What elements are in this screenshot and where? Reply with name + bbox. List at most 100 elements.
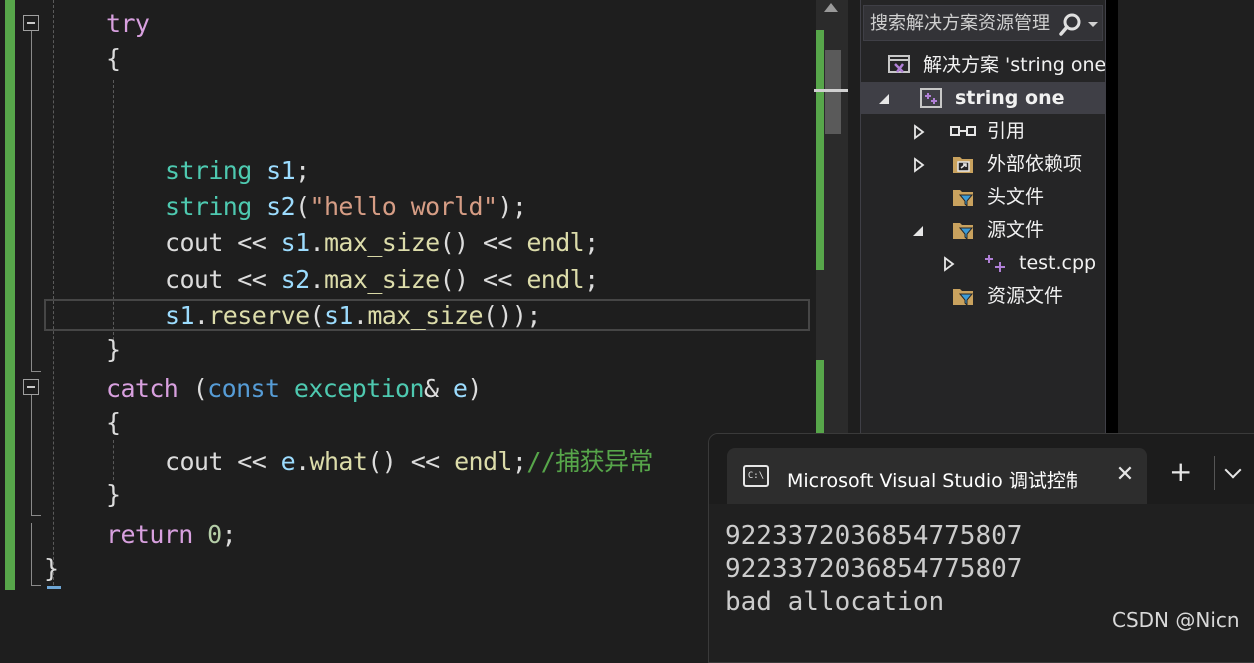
identifier-cout: cout [165,265,223,294]
tree-item-resource-files[interactable]: 资源文件 [861,280,1105,312]
scroll-up-arrow-icon[interactable] [824,3,838,12]
collapse-try-icon[interactable] [23,15,39,31]
paren: ( [178,374,208,403]
output-line: 9223372036854775807 [725,521,1023,551]
identifier-cout: cout [165,228,223,257]
terminal-tab[interactable]: C:\ Microsoft Visual Studio 调试控制台 ✕ [727,448,1147,504]
tree-item-label: 源文件 [987,219,1045,241]
solution-search-input[interactable] [870,10,1050,36]
code-editor[interactable]: try { string s1; string s2("hello world"… [0,0,816,644]
tree-item-solution[interactable]: 解决方案 'string one' (1 个项目/共 1 个) [861,49,1105,81]
terminal-output[interactable]: 9223372036854775807 9223372036854775807 ba… [725,520,1022,619]
function-endl: endl [526,265,585,294]
function-endl: endl [526,228,585,257]
solution-search-box[interactable] [863,5,1103,41]
search-options-chevron-down-icon[interactable] [1088,22,1098,27]
tree-item-label: 头文件 [987,186,1045,208]
variable-s1: s1 [323,301,354,330]
semicolon: ; [295,156,310,185]
code-line-return[interactable]: return 0; [106,518,237,552]
code-line-try[interactable]: try [106,7,150,41]
fold-line [31,31,32,371]
function-max-size: max_size [367,301,483,330]
expanded-triangle-icon[interactable] [877,92,891,106]
brace: { [106,44,121,73]
tree-item-header-files[interactable]: 头文件 [861,181,1105,213]
scrollbar-change-marker [816,360,824,440]
paren-semicolon: ()); [482,301,541,330]
keyword-catch: catch [106,374,179,403]
new-tab-button[interactable]: + [1169,458,1192,486]
code-comment: //捕获异常 [526,447,653,476]
function-max-size: max_size [323,265,440,294]
variable-e: e [452,374,468,403]
scrollbar-caret-marker [814,89,848,92]
ampersand: & [423,374,453,403]
code-line-function-close[interactable]: } [44,552,59,586]
function-reserve: reserve [208,301,310,330]
brace: } [106,335,121,364]
tree-item-source-files[interactable]: 源文件 [861,214,1105,246]
semicolon: ; [221,520,237,549]
dot: . [352,301,368,330]
type-string: string [165,156,252,185]
filter-folder-icon [953,190,974,208]
tree-item-project[interactable]: string one [861,82,1105,114]
fold-line-end [31,515,41,516]
operator: << [222,447,281,476]
variable-s1: s1 [165,301,195,330]
project-label: string one [955,87,1065,109]
collapsed-triangle-icon[interactable] [913,124,925,140]
paren: ( [295,192,310,221]
search-icon[interactable] [1058,12,1084,36]
change-tracking-bar [5,0,15,590]
code-line-brace-open[interactable]: { [106,42,121,76]
code-line-reserve[interactable]: s1.reserve(s1.max_size()); [165,299,541,333]
scrollbar-thumb[interactable] [825,50,841,134]
type-string: string [165,192,252,221]
function-endl: endl [454,447,512,476]
expanded-triangle-icon[interactable] [911,224,925,238]
operator: << [396,447,455,476]
code-line-cout-s1[interactable]: cout << s1.max_size() << endl; [165,226,599,260]
output-line: bad allocation [725,587,945,617]
code-line-cout-s2[interactable]: cout << s2.max_size() << endl; [165,263,599,297]
type-exception: exception [293,374,425,403]
terminal-tab-title: Microsoft Visual Studio 调试控制台 [787,470,1077,492]
code-line-cout-what[interactable]: cout << e.what() << endl;//捕获异常 [165,445,653,479]
text-caret [47,586,61,589]
solution-icon [888,55,910,73]
tree-item-test-cpp[interactable]: test.cpp [861,247,1105,279]
code-line-catch[interactable]: catch (const exception& e) [106,372,482,406]
code-line-string-s2[interactable]: string s2("hello world"); [165,190,527,224]
tree-item-label: 资源文件 [987,285,1064,307]
tree-item-label: test.cpp [1019,252,1097,274]
brace: } [44,554,59,583]
terminal-tab-bar: C:\ Microsoft Visual Studio 调试控制台 ✕ + [709,434,1254,504]
fold-line [31,395,32,515]
chevron-down-icon[interactable] [1224,461,1242,479]
keyword-try: try [106,9,150,38]
filter-folder-icon [953,289,974,307]
paren: ( [309,301,325,330]
code-line-brace-close[interactable]: } [106,333,121,367]
tab-bar-divider [1214,456,1215,490]
collapsed-triangle-icon[interactable] [913,157,925,173]
collapse-catch-icon[interactable] [23,379,39,395]
code-line-brace-close-2[interactable]: } [106,478,121,512]
semicolon: ; [511,447,527,476]
operator: << [468,228,527,257]
close-tab-icon[interactable]: ✕ [1115,464,1135,486]
fold-line-end [31,371,41,372]
function-what: what [309,447,368,476]
tree-item-external-deps[interactable]: 外部依赖项 [861,148,1105,180]
background-window [1118,0,1254,436]
code-line-brace-open-2[interactable]: { [106,406,121,440]
paren: () [367,447,397,476]
fold-line-end [31,585,41,586]
tree-item-references[interactable]: 引用 [861,115,1105,147]
collapsed-triangle-icon[interactable] [943,256,955,272]
indent-guide [53,0,54,585]
code-line-string-s1[interactable]: string s1; [165,154,310,188]
